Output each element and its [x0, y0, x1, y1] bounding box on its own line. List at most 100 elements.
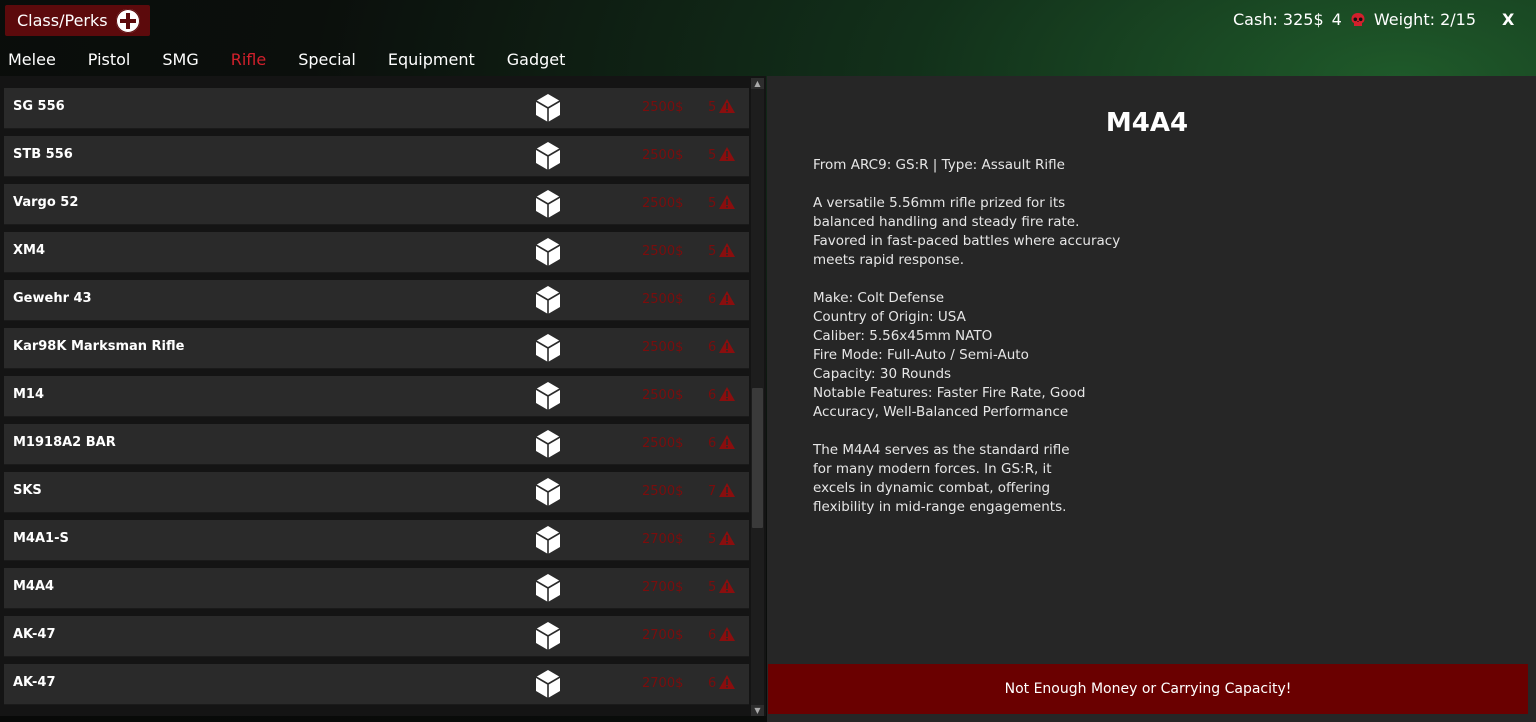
- tab-special[interactable]: Special: [298, 50, 356, 69]
- weapon-row[interactable]: XM4 2500$ 5: [4, 232, 749, 273]
- weapon-price: 2500$: [642, 148, 684, 163]
- weapon-name: AK-47: [13, 675, 56, 690]
- cube-icon: [534, 93, 562, 123]
- warning-icon: [718, 578, 736, 594]
- cube-icon: [534, 621, 562, 651]
- weapon-price: 2700$: [642, 532, 684, 547]
- weapon-name: M4A4: [13, 579, 55, 594]
- specs-line: Accuracy, Well-Balanced Performance: [813, 404, 1069, 420]
- weapon-price: 2500$: [642, 100, 684, 115]
- close-button[interactable]: X: [1502, 10, 1514, 29]
- cube-icon: [534, 669, 562, 699]
- warning-icon: [718, 434, 736, 450]
- weapon-name: STB 556: [13, 147, 73, 162]
- weapon-row[interactable]: SG 556 2500$ 5: [4, 88, 749, 129]
- cube-icon: [534, 477, 562, 507]
- description-line: balanced handling and steady fire rate.: [813, 214, 1080, 230]
- weapon-description: From ARC9: GS:R | Type: Assault Rifle A …: [813, 156, 1143, 517]
- weapon-row[interactable]: SKS 2500$ 7: [4, 472, 749, 513]
- weapon-name: Gewehr 43: [13, 291, 92, 306]
- weapon-weight: 5: [708, 244, 717, 259]
- specs-line: Fire Mode: Full-Auto / Semi-Auto: [813, 347, 1029, 363]
- cube-icon: [534, 285, 562, 315]
- specs-line: Make: Colt Defense: [813, 290, 945, 306]
- weapon-name: M14: [13, 387, 45, 402]
- specs-line: Country of Origin: USA: [813, 309, 966, 325]
- summary-line: for many modern forces. In GS:R, it: [813, 461, 1052, 477]
- weapon-price: 2700$: [642, 580, 684, 595]
- weapon-price: 2500$: [642, 388, 684, 403]
- tab-pistol[interactable]: Pistol: [88, 50, 131, 69]
- warning-icon: [718, 530, 736, 546]
- skull-icon: [1351, 12, 1365, 26]
- cube-icon: [534, 429, 562, 459]
- list-scrollbar[interactable]: ▲ ▼: [751, 78, 764, 716]
- weapon-row[interactable]: AK-47 2700$ 6: [4, 616, 749, 657]
- cash-display: Cash: 325$: [1233, 10, 1324, 29]
- weapon-row[interactable]: Vargo 52 2500$ 5: [4, 184, 749, 225]
- weapon-name: M1918A2 BAR: [13, 435, 116, 450]
- cube-icon: [534, 381, 562, 411]
- buy-button[interactable]: Not Enough Money or Carrying Capacity!: [768, 664, 1528, 714]
- weapon-row[interactable]: STB 556 2500$ 5: [4, 136, 749, 177]
- tab-rifle[interactable]: Rifle: [231, 50, 266, 69]
- weapon-weight: 6: [708, 628, 717, 643]
- top-bar: Class/Perks Cash: 325$ 4 Weight: 2/15 X: [0, 0, 1536, 42]
- scroll-up-arrow[interactable]: ▲: [751, 78, 764, 89]
- warning-icon: [718, 290, 736, 306]
- warning-icon: [718, 146, 736, 162]
- weapon-price: 2500$: [642, 484, 684, 499]
- weapon-price: 2500$: [642, 244, 684, 259]
- weapon-row[interactable]: Gewehr 43 2500$ 6: [4, 280, 749, 321]
- tab-smg[interactable]: SMG: [162, 50, 198, 69]
- weapon-name: SG 556: [13, 99, 65, 114]
- weapon-weight: 6: [708, 388, 717, 403]
- weapon-title: M4A4: [1105, 108, 1189, 138]
- weapon-name: Kar98K Marksman Rifle: [13, 339, 185, 354]
- tab-equipment[interactable]: Equipment: [388, 50, 475, 69]
- weapon-name: M4A1-S: [13, 531, 69, 546]
- scroll-down-arrow[interactable]: ▼: [751, 705, 764, 716]
- warning-icon: [718, 338, 736, 354]
- weapon-weight: 6: [708, 676, 717, 691]
- tab-melee[interactable]: Melee: [8, 50, 56, 69]
- warning-icon: [718, 194, 736, 210]
- specs-line: Capacity: 30 Rounds: [813, 366, 952, 382]
- warning-icon: [718, 386, 736, 402]
- tab-gadget[interactable]: Gadget: [507, 50, 566, 69]
- medical-plus-icon: [115, 8, 140, 33]
- weapon-list: SG 556 2500$ 5 STB 556 2500$ 5 Vargo 52 2500$ 5 X…: [0, 76, 766, 716]
- weapon-row[interactable]: AK-47 2700$ 6: [4, 664, 749, 705]
- weapon-row[interactable]: M4A1-S 2700$ 5: [4, 520, 749, 561]
- cube-icon: [534, 333, 562, 363]
- weapon-row[interactable]: M14 2500$ 6: [4, 376, 749, 417]
- weapon-weight: 5: [708, 100, 717, 115]
- kill-count: 4: [1331, 10, 1342, 29]
- weapon-name: AK-47: [13, 627, 56, 642]
- weapon-price: 2500$: [642, 196, 684, 211]
- warning-icon: [718, 626, 736, 642]
- weapon-source: From ARC9: GS:R | Type: Assault Rifle: [813, 157, 1065, 173]
- weapon-weight: 7: [708, 484, 717, 499]
- class-perks-button[interactable]: Class/Perks: [5, 5, 150, 36]
- weapon-price: 2500$: [642, 292, 684, 307]
- class-perks-label: Class/Perks: [17, 11, 108, 30]
- weight-display: Weight: 2/15: [1373, 10, 1476, 29]
- weapon-row[interactable]: Kar98K Marksman Rifle 2500$ 6: [4, 328, 749, 369]
- cube-icon: [534, 189, 562, 219]
- summary-line: excels in dynamic combat, offering: [813, 480, 1051, 496]
- scroll-thumb[interactable]: [752, 388, 763, 528]
- weapon-name: SKS: [13, 483, 42, 498]
- specs-line: Caliber: 5.56x45mm NATO: [813, 328, 993, 344]
- weapon-weight: 6: [708, 292, 717, 307]
- cube-icon: [534, 237, 562, 267]
- summary-line: The M4A4 serves as the standard rifle: [813, 442, 1070, 458]
- weapon-row[interactable]: M4A4 2700$ 5: [4, 568, 749, 609]
- weapon-weight: 5: [708, 148, 717, 163]
- weapon-weight: 5: [708, 196, 717, 211]
- weapon-price: 2500$: [642, 436, 684, 451]
- weapon-detail-panel: M4A4 From ARC9: GS:R | Type: Assault Rif…: [767, 76, 1536, 722]
- weapon-row[interactable]: M1918A2 BAR 2500$ 6: [4, 424, 749, 465]
- weapon-price: 2700$: [642, 676, 684, 691]
- warning-icon: [718, 242, 736, 258]
